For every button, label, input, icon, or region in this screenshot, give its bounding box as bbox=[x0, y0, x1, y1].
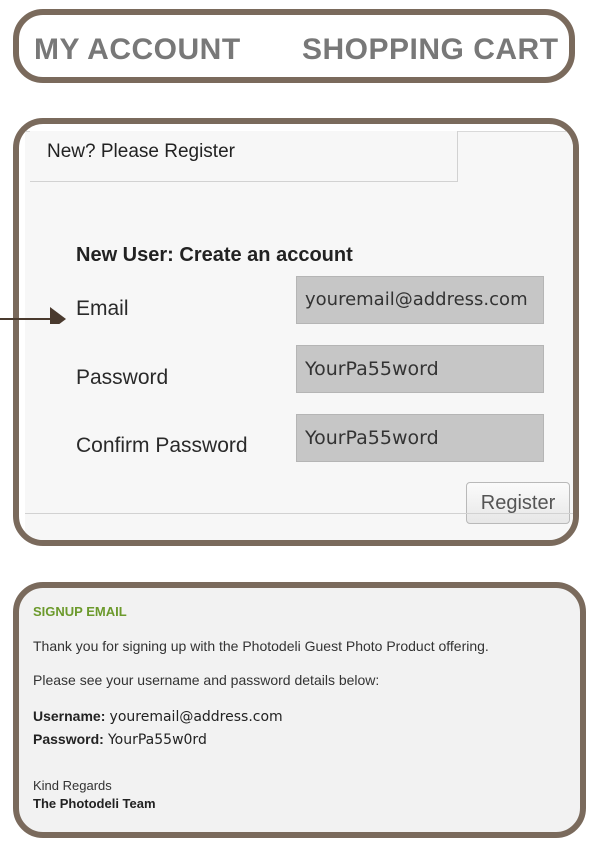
divider bbox=[25, 513, 573, 514]
form-title: New User: Create an account bbox=[76, 244, 353, 266]
team-signature: The Photodeli Team bbox=[33, 796, 156, 811]
register-panel: New? Please Register New User: Create an… bbox=[13, 118, 579, 546]
email-field[interactable]: youremail@address.com bbox=[296, 276, 544, 324]
register-button[interactable]: Register bbox=[466, 482, 570, 524]
password-value-email: YourPa55w0rd bbox=[107, 732, 207, 748]
tab-new-register-label: New? Please Register bbox=[47, 141, 235, 162]
thank-you-text: Thank you for signing up with the Photod… bbox=[33, 638, 489, 654]
username-row: Username: youremail@address.com bbox=[33, 708, 283, 725]
tab-new-register[interactable]: New? Please Register bbox=[30, 131, 458, 182]
password-field[interactable]: YourPa55word bbox=[296, 345, 544, 393]
kind-regards-text: Kind Regards bbox=[33, 778, 112, 793]
username-label: Username: bbox=[33, 708, 106, 724]
nav-shopping-cart-link[interactable]: SHOPPING CART bbox=[302, 33, 559, 67]
register-panel-body: New? Please Register New User: Create an… bbox=[25, 131, 573, 540]
signup-email-panel: SIGNUP EMAIL Thank you for signing up wi… bbox=[13, 582, 586, 838]
signup-email-heading: SIGNUP EMAIL bbox=[33, 604, 127, 619]
email-label: Email bbox=[76, 297, 129, 320]
nav-my-account-link[interactable]: MY ACCOUNT bbox=[34, 33, 241, 67]
password-label: Password bbox=[76, 366, 169, 389]
arrow-right-icon bbox=[0, 307, 66, 324]
password-row: Password: YourPa55w0rd bbox=[33, 731, 207, 748]
confirm-password-field[interactable]: YourPa55word bbox=[296, 414, 544, 462]
details-intro-text: Please see your username and password de… bbox=[33, 672, 380, 688]
confirm-password-label: Confirm Password bbox=[76, 434, 248, 457]
top-nav: MY ACCOUNT SHOPPING CART bbox=[13, 9, 575, 83]
username-value: youremail@address.com bbox=[109, 709, 283, 725]
password-label-email: Password: bbox=[33, 731, 104, 747]
